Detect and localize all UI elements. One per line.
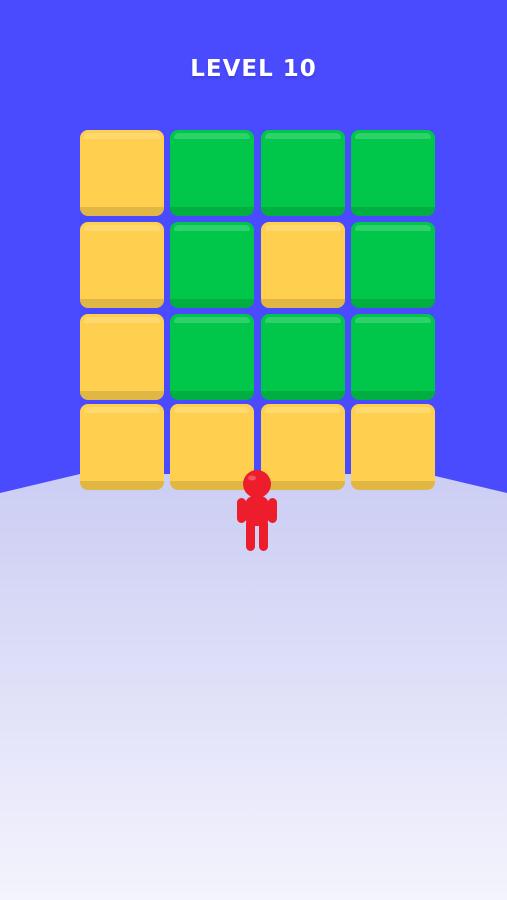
tile-green[interactable] [351, 314, 435, 400]
player-stickman-icon[interactable] [234, 469, 280, 553]
tile-yellow[interactable] [351, 404, 435, 490]
tile-green[interactable] [261, 130, 345, 216]
tile-green[interactable] [170, 130, 254, 216]
game-scene: LEVEL 10 [0, 0, 507, 900]
tile-yellow[interactable] [261, 222, 345, 308]
tile-green[interactable] [351, 130, 435, 216]
tile-board [0, 0, 507, 900]
tile-green[interactable] [170, 314, 254, 400]
tile-yellow[interactable] [80, 222, 164, 308]
tile-yellow[interactable] [80, 404, 164, 490]
tile-green[interactable] [261, 314, 345, 400]
tile-yellow[interactable] [80, 314, 164, 400]
tile-yellow[interactable] [80, 130, 164, 216]
tile-green[interactable] [170, 222, 254, 308]
tile-green[interactable] [351, 222, 435, 308]
